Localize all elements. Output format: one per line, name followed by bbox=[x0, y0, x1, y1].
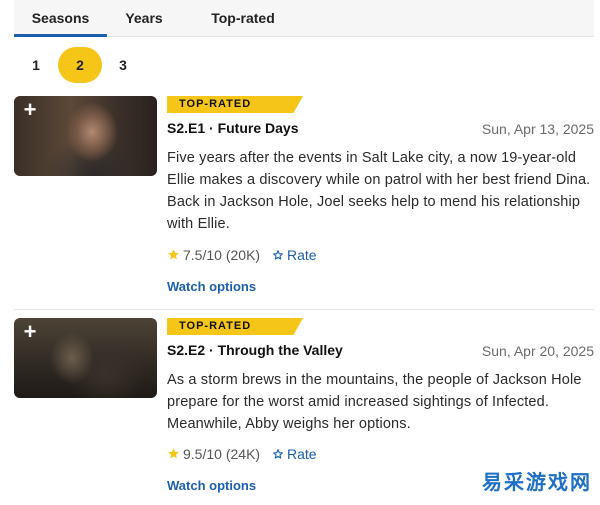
plus-icon[interactable]: + bbox=[20, 99, 40, 121]
top-rated-badge: TOP-RATED bbox=[167, 318, 303, 335]
rate-button[interactable]: Rate bbox=[272, 245, 317, 265]
tab-seasons[interactable]: Seasons bbox=[14, 0, 107, 37]
star-icon bbox=[168, 448, 179, 459]
rate-button[interactable]: Rate bbox=[272, 444, 317, 464]
outline-star-icon bbox=[273, 449, 283, 459]
tab-years[interactable]: Years bbox=[110, 0, 178, 36]
episode-thumbnail[interactable]: + bbox=[14, 318, 157, 398]
tab-bar: Seasons Years Top-rated bbox=[14, 0, 594, 37]
vote-count: (20K) bbox=[225, 247, 261, 263]
episode-title[interactable]: S2.E2 · Through the Valley bbox=[167, 342, 343, 358]
page-button-1[interactable]: 1 bbox=[16, 47, 56, 83]
watch-options-link[interactable]: Watch options bbox=[167, 478, 256, 493]
episode-air-date: Sun, Apr 20, 2025 bbox=[481, 343, 594, 359]
plus-icon[interactable]: + bbox=[20, 321, 40, 343]
star-icon bbox=[168, 249, 179, 260]
rating-scale: /10 bbox=[202, 247, 222, 263]
episode-list-page: Seasons Years Top-rated 1 2 3 + TOP-RATE… bbox=[0, 0, 600, 505]
rating-row: 9.5/10 (24K) Rate bbox=[167, 444, 317, 464]
episode-air-date: Sun, Apr 13, 2025 bbox=[481, 121, 594, 137]
tab-top-rated[interactable]: Top-rated bbox=[194, 0, 292, 36]
episode-description: As a storm brews in the mountains, the p… bbox=[167, 372, 582, 432]
episode-card: + TOP-RATED S2.E1 · Future Days Sun, Apr… bbox=[14, 96, 594, 310]
vote-count: (24K) bbox=[225, 446, 261, 462]
rating-value: 7.5 bbox=[183, 247, 203, 263]
rating-value: 9.5 bbox=[183, 446, 203, 462]
episode-thumbnail[interactable]: + bbox=[14, 96, 157, 176]
outline-star-icon bbox=[273, 250, 283, 260]
page-button-2-current[interactable]: 2 bbox=[58, 47, 102, 83]
rating-row: 7.5/10 (20K) Rate bbox=[167, 245, 317, 265]
top-rated-badge: TOP-RATED bbox=[167, 96, 303, 113]
site-watermark: 易采游戏网 bbox=[482, 470, 592, 494]
episode-description: Five years after the events in Salt Lake… bbox=[167, 150, 591, 232]
rating-scale: /10 bbox=[202, 446, 222, 462]
rate-label: Rate bbox=[286, 247, 317, 263]
page-button-3[interactable]: 3 bbox=[103, 47, 143, 83]
rate-label: Rate bbox=[286, 446, 317, 462]
watch-options-link[interactable]: Watch options bbox=[167, 279, 256, 294]
episode-title[interactable]: S2.E1 · Future Days bbox=[167, 120, 299, 136]
